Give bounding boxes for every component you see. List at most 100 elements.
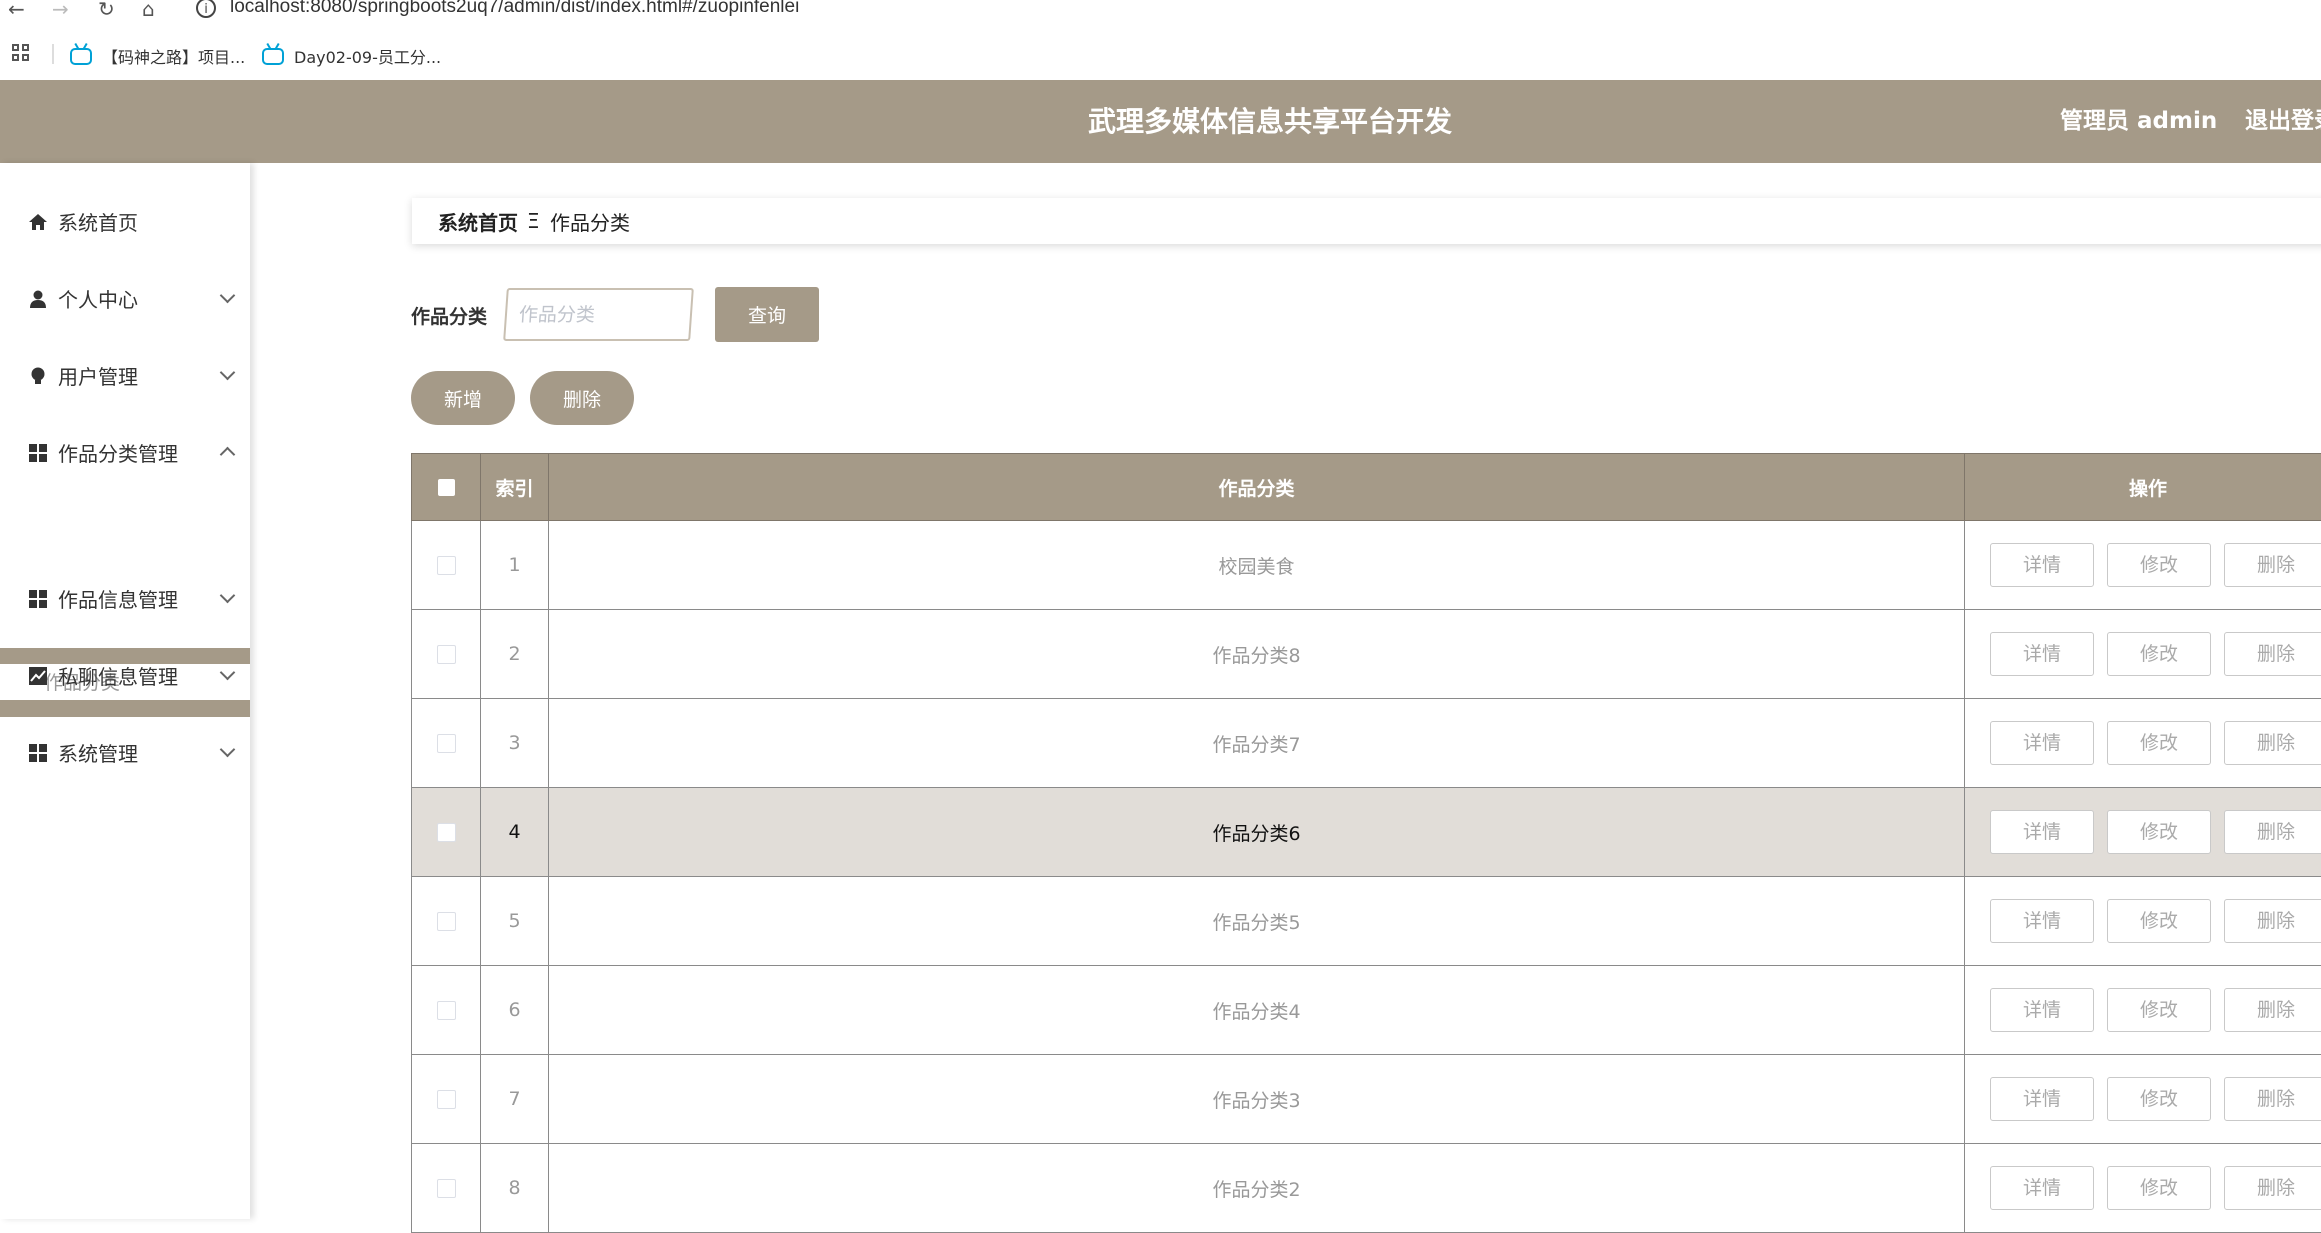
sidebar-item-system-mgmt[interactable]: 系统管理 bbox=[0, 714, 250, 791]
grid-icon bbox=[28, 743, 48, 763]
detail-button[interactable]: 详情 bbox=[1990, 988, 2094, 1032]
chevron-up-icon bbox=[220, 447, 236, 463]
row-index: 8 bbox=[481, 1144, 549, 1233]
breadcrumb-current: 作品分类 bbox=[550, 207, 630, 236]
row-ops: 详情修改删除 bbox=[1965, 610, 2321, 699]
current-user: 管理员 admin bbox=[2060, 80, 2217, 163]
chevron-down-icon bbox=[220, 288, 236, 304]
delete-button[interactable]: 删除 bbox=[2224, 988, 2321, 1032]
apps-grid-icon[interactable] bbox=[12, 44, 32, 64]
app-header: 武理多媒体信息共享平台开发 管理员 admin 退出登录 bbox=[0, 80, 2321, 163]
row-select-cell bbox=[412, 610, 481, 699]
browser-toolbar: ← → ↻ ⌂ i localhost:8080/springboots2uq7… bbox=[0, 0, 2321, 30]
edit-button[interactable]: 修改 bbox=[2107, 632, 2211, 676]
delete-button[interactable]: 删除 bbox=[2224, 899, 2321, 943]
row-checkbox[interactable] bbox=[437, 1090, 456, 1109]
row-checkbox[interactable] bbox=[437, 1001, 456, 1020]
chevron-down-icon bbox=[220, 742, 236, 758]
edit-button[interactable]: 修改 bbox=[2107, 1077, 2211, 1121]
table-row[interactable]: 5作品分类5详情修改删除 bbox=[412, 877, 2321, 966]
edit-button[interactable]: 修改 bbox=[2107, 543, 2211, 587]
row-index: 6 bbox=[481, 966, 549, 1055]
detail-button[interactable]: 详情 bbox=[1990, 632, 2094, 676]
row-checkbox[interactable] bbox=[437, 1179, 456, 1198]
row-checkbox[interactable] bbox=[437, 556, 456, 575]
row-ops: 详情修改删除 bbox=[1965, 877, 2321, 966]
detail-button[interactable]: 详情 bbox=[1990, 721, 2094, 765]
chevron-down-icon bbox=[220, 665, 236, 681]
sidebar-item-label: 系统管理 bbox=[58, 738, 138, 767]
delete-button[interactable]: 删除 bbox=[2224, 810, 2321, 854]
sidebar-item-label: 作品信息管理 bbox=[58, 584, 178, 613]
row-checkbox[interactable] bbox=[437, 823, 456, 842]
row-checkbox[interactable] bbox=[437, 645, 456, 664]
table-row[interactable]: 6作品分类4详情修改删除 bbox=[412, 966, 2321, 1055]
breadcrumb-separator: Ξ bbox=[527, 209, 540, 233]
delete-button[interactable]: 删除 bbox=[2224, 632, 2321, 676]
bookmark-divider bbox=[52, 44, 54, 64]
row-select-cell bbox=[412, 788, 481, 877]
forward-arrow-icon[interactable]: → bbox=[52, 0, 69, 22]
bookmark-item[interactable]: Day02-09-员工分... bbox=[262, 44, 441, 68]
row-index: 1 bbox=[481, 521, 549, 610]
row-select-cell bbox=[412, 1144, 481, 1233]
bilibili-icon bbox=[70, 48, 92, 65]
edit-button[interactable]: 修改 bbox=[2107, 899, 2211, 943]
detail-button[interactable]: 详情 bbox=[1990, 543, 2094, 587]
row-category: 校园美食 bbox=[549, 521, 1965, 610]
table-header-row: 索引 作品分类 操作 bbox=[412, 454, 2321, 521]
table-row[interactable]: 3作品分类7详情修改删除 bbox=[412, 699, 2321, 788]
batch-delete-button[interactable]: 删除 bbox=[530, 371, 634, 425]
detail-button[interactable]: 详情 bbox=[1990, 1166, 2094, 1210]
breadcrumb-home[interactable]: 系统首页 bbox=[438, 207, 518, 236]
sidebar-item-users[interactable]: 用户管理 bbox=[0, 337, 250, 414]
row-checkbox[interactable] bbox=[437, 912, 456, 931]
app-title: 武理多媒体信息共享平台开发 bbox=[0, 80, 2321, 163]
row-index: 7 bbox=[481, 1055, 549, 1144]
table-row[interactable]: 7作品分类3详情修改删除 bbox=[412, 1055, 2321, 1144]
row-ops: 详情修改删除 bbox=[1965, 699, 2321, 788]
detail-button[interactable]: 详情 bbox=[1990, 899, 2094, 943]
delete-button[interactable]: 删除 bbox=[2224, 1077, 2321, 1121]
sidebar-item-chat-mgmt[interactable]: 私聊信息管理 bbox=[0, 637, 250, 714]
bilibili-icon bbox=[262, 48, 284, 65]
sidebar-item-works-mgmt[interactable]: 作品信息管理 bbox=[0, 560, 250, 637]
bookmark-item[interactable]: 【码神之路】项目... bbox=[70, 44, 245, 68]
row-category: 作品分类7 bbox=[549, 699, 1965, 788]
table-row[interactable]: 2作品分类8详情修改删除 bbox=[412, 610, 2321, 699]
edit-button[interactable]: 修改 bbox=[2107, 721, 2211, 765]
detail-button[interactable]: 详情 bbox=[1990, 810, 2094, 854]
delete-button[interactable]: 删除 bbox=[2224, 543, 2321, 587]
address-bar[interactable]: localhost:8080/springboots2uq7/admin/dis… bbox=[230, 0, 799, 18]
row-ops: 详情修改删除 bbox=[1965, 966, 2321, 1055]
sidebar-item-label: 用户管理 bbox=[58, 361, 138, 390]
query-button[interactable]: 查询 bbox=[715, 287, 819, 342]
sidebar-item-label: 私聊信息管理 bbox=[58, 661, 178, 690]
delete-button[interactable]: 删除 bbox=[2224, 1166, 2321, 1210]
edit-button[interactable]: 修改 bbox=[2107, 988, 2211, 1032]
home-icon bbox=[28, 212, 48, 232]
reload-icon[interactable]: ↻ bbox=[98, 0, 115, 22]
select-all-checkbox[interactable] bbox=[438, 479, 455, 496]
search-input[interactable] bbox=[503, 288, 694, 341]
table-row[interactable]: 4作品分类6详情修改删除 bbox=[412, 788, 2321, 877]
sidebar-item-category-mgmt[interactable]: 作品分类管理 bbox=[0, 414, 250, 491]
bookmark-label: 【码神之路】项目... bbox=[102, 44, 245, 68]
site-info-icon[interactable]: i bbox=[196, 0, 216, 18]
row-checkbox[interactable] bbox=[437, 734, 456, 753]
add-button[interactable]: 新增 bbox=[411, 371, 515, 425]
table-row[interactable]: 8作品分类2详情修改删除 bbox=[412, 1144, 2321, 1233]
delete-button[interactable]: 删除 bbox=[2224, 721, 2321, 765]
logout-link[interactable]: 退出登录 bbox=[2245, 80, 2321, 163]
sidebar-item-profile[interactable]: 个人中心 bbox=[0, 260, 250, 337]
sidebar-item-home[interactable]: 系统首页 bbox=[0, 183, 250, 260]
back-arrow-icon[interactable]: ← bbox=[8, 0, 25, 22]
home-nav-icon[interactable]: ⌂ bbox=[142, 0, 155, 22]
sidebar: 系统首页 个人中心 用户管理 作品分类管理 作品分类 作品信息管理 私聊信息管理… bbox=[0, 163, 250, 1219]
grid-icon bbox=[28, 443, 48, 463]
edit-button[interactable]: 修改 bbox=[2107, 1166, 2211, 1210]
detail-button[interactable]: 详情 bbox=[1990, 1077, 2094, 1121]
table-row[interactable]: 1校园美食详情修改删除 bbox=[412, 521, 2321, 610]
edit-button[interactable]: 修改 bbox=[2107, 810, 2211, 854]
bulb-icon bbox=[28, 366, 48, 386]
